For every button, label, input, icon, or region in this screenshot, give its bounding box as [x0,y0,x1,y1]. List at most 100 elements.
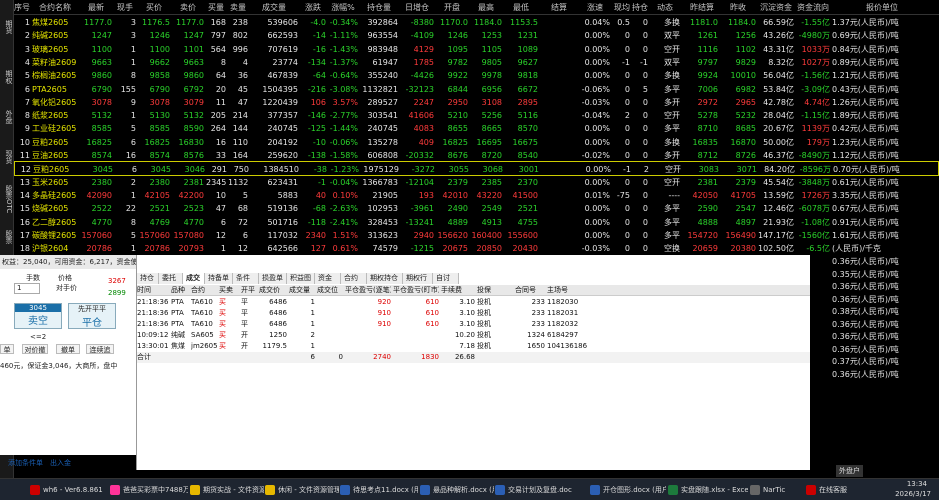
orders-row[interactable]: 21:18:36 PTA TA610 买 平 6486 1 910 610 3.10 投机 233 11… [137,308,811,319]
quote-row[interactable]: 18 沪银2604 20786 1 20786 20793 1 12 642566 127 0.61… [14,241,939,256]
qty-input[interactable]: 1 [14,283,40,294]
orders-column-header[interactable]: 主场号 [547,285,607,296]
column-header[interactable]: 结算 [540,0,578,15]
column-header[interactable]: 买量 [206,0,226,15]
column-header[interactable]: 涨速 [580,0,610,15]
orders-column-header[interactable]: 成交量 [289,285,315,296]
column-header[interactable]: 成交量 [250,0,298,15]
orders-column-header[interactable]: 开平 [241,285,257,296]
sidebar-tab[interactable]: 股票OTC [0,185,14,213]
orders-row[interactable]: 21:18:36 PTA TA610 买 平 6486 1 920 610 3.10 投机 233 11… [137,297,811,308]
taskbar-item[interactable]: 开仓图形.docx (用户 [590,482,666,498]
column-header[interactable]: 涨幅% [328,0,358,15]
sidebar-tab[interactable]: 期货 [0,20,14,34]
orders-row[interactable]: 合计 6 0 2740 1830 26.68 [137,352,811,363]
sidebar-tab[interactable]: 期权 [0,70,14,84]
column-header[interactable]: 开盘 [436,0,468,15]
orders-column-header[interactable]: 成交价 [259,285,287,296]
orders-header: 时间 品种 合约 买卖 开平 成交价 成交量 成交位 平仓盈亏(逐笔) 平仓盈亏(盯市) 手续费 投保… [137,285,811,296]
orders-tab[interactable]: 持备单 [205,273,233,284]
sidebar-tab[interactable]: 现货 [0,150,14,164]
sidebar-tab[interactable]: 股票 [0,230,14,244]
column-header[interactable]: 持仓量 [360,0,398,15]
column-header[interactable]: 现手 [114,0,136,15]
price-mode-select[interactable]: 对手价 [56,283,82,294]
orders-cell: 910 [377,309,391,317]
taskbar-item[interactable]: 爸爸买彩票中7488万才 [110,482,188,498]
taskbar-item[interactable]: wh6 - Ver6.8.861 [30,482,108,498]
funds-link[interactable]: 出入金 [50,458,71,468]
orders-column-header[interactable]: 买卖 [219,285,239,296]
orders-column-header[interactable]: 品种 [171,285,189,296]
orders-tab[interactable]: 期权行权 [403,273,433,293]
orders-button[interactable]: 单 [0,344,14,354]
chase-button[interactable]: 连续追 [86,344,114,354]
orders-tab[interactable]: 合约表 [341,273,367,293]
orders-column-header[interactable]: 成交位 [317,285,343,296]
orders-cell: SA605 [191,331,214,339]
column-header[interactable]: 最低 [504,0,538,15]
cancel-all-button[interactable]: 撤单 [56,344,80,354]
column-header[interactable]: 日增仓 [400,0,434,15]
column-header[interactable]: 资金流向 [796,0,830,15]
column-header[interactable]: 昨结算 [686,0,718,15]
taskbar-label: NarTic [763,486,786,494]
taskbar-date: 2026/3/17 [895,490,931,498]
orders-tab[interactable]: 持仓 [137,273,159,284]
orders-tab[interactable]: 成交 [183,273,205,284]
orders-tab[interactable]: 积益图 [287,273,315,284]
taskbar-item[interactable]: NarTic [750,482,804,498]
orders-cell: 6486 [269,320,287,328]
column-header[interactable]: 涨跌 [300,0,326,15]
taskbar-label: 爸爸买彩票中7488万才 [123,486,188,494]
column-header[interactable]: 合约名称 [32,0,78,15]
orders-tab[interactable]: 委托 [159,273,183,284]
add-condition-link[interactable]: 添加条件单 [8,458,43,468]
taskbar-item[interactable]: 待思考点11.docx (用户 [340,482,418,498]
column-header[interactable]: 报价单位 [832,0,932,15]
column-header[interactable]: 买价 [138,0,170,15]
quote-cell: 0 [624,244,630,254]
taskbar-item[interactable]: 实盘跟随.xlsx - Excel [668,482,748,498]
orders-column-header[interactable]: 时间 [137,285,169,296]
taskbar-item[interactable]: 休闲 - 文件资源管理 [265,482,339,498]
sell-short-button[interactable]: 3045 卖空 [14,303,62,329]
column-header[interactable]: 卖价 [172,0,204,15]
quote-cell [540,241,578,256]
close-position-button[interactable]: 先开平平 平仓 [68,303,116,329]
column-header[interactable]: 最高 [470,0,502,15]
sidebar-tab[interactable]: 外盘 [0,110,14,124]
orders-row[interactable]: 21:18:36 PTA TA610 买 平 6486 1 910 610 3.10 投机 233 11… [137,319,811,330]
column-header[interactable]: 卖量 [228,0,248,15]
column-header[interactable]: 序号 [14,0,30,15]
orders-column-header[interactable]: 投保 [477,285,513,296]
counter-cancel-button[interactable]: 对价撤 [22,344,48,354]
orders-tab[interactable]: 资金表 [315,273,341,293]
orders-cell: 纯碱 [171,331,185,339]
orders-row[interactable]: 13:30:01 焦煤 jm2605 买 开 1179.5 1 7.18 投机 1650 10413… [137,341,811,352]
orders-cell: 开 [241,331,248,339]
sidebar-label-button[interactable]: 外盘户 [836,465,863,477]
column-header[interactable]: 昨收 [720,0,756,15]
orders-tab[interactable]: 期权持仓表 [367,273,403,293]
orders-row[interactable]: 10:09:12 纯碱 SA605 买 开 1250 2 10.20 投机 1324 6184297 [137,330,811,341]
column-header[interactable]: 动态 [650,0,680,15]
orders-column-header[interactable]: 合约 [191,285,217,296]
column-header[interactable]: 现均差 [614,0,630,15]
orders-tab[interactable]: 自讨单 [433,273,459,293]
taskbar-label: 实盘跟随.xlsx - Excel [681,486,748,494]
quote-cell: 18 [19,244,30,254]
column-header[interactable]: 持仓比 [632,0,648,15]
orders-column-header[interactable]: 合同号 [515,285,545,296]
taskbar-item[interactable]: 期货实战 - 文件资源管 [190,482,264,498]
orders-column-header[interactable]: 平仓盈亏(逐笔) [345,285,391,296]
taskbar-item[interactable]: 在线客服 [806,482,866,498]
column-header[interactable]: 最新 [80,0,112,15]
taskbar-item[interactable]: 交易计划及复盘.doc [495,482,589,498]
orders-tab[interactable]: 损盈单 [259,273,287,284]
orders-tab[interactable]: 条件单 [233,273,259,293]
orders-column-header[interactable]: 手续费 [441,285,475,296]
taskbar-item[interactable]: 悬品种解析.docx (用户 [420,482,494,498]
orders-column-header[interactable]: 平仓盈亏(盯市) [393,285,439,296]
column-header[interactable]: 沉淀资金 [758,0,794,15]
